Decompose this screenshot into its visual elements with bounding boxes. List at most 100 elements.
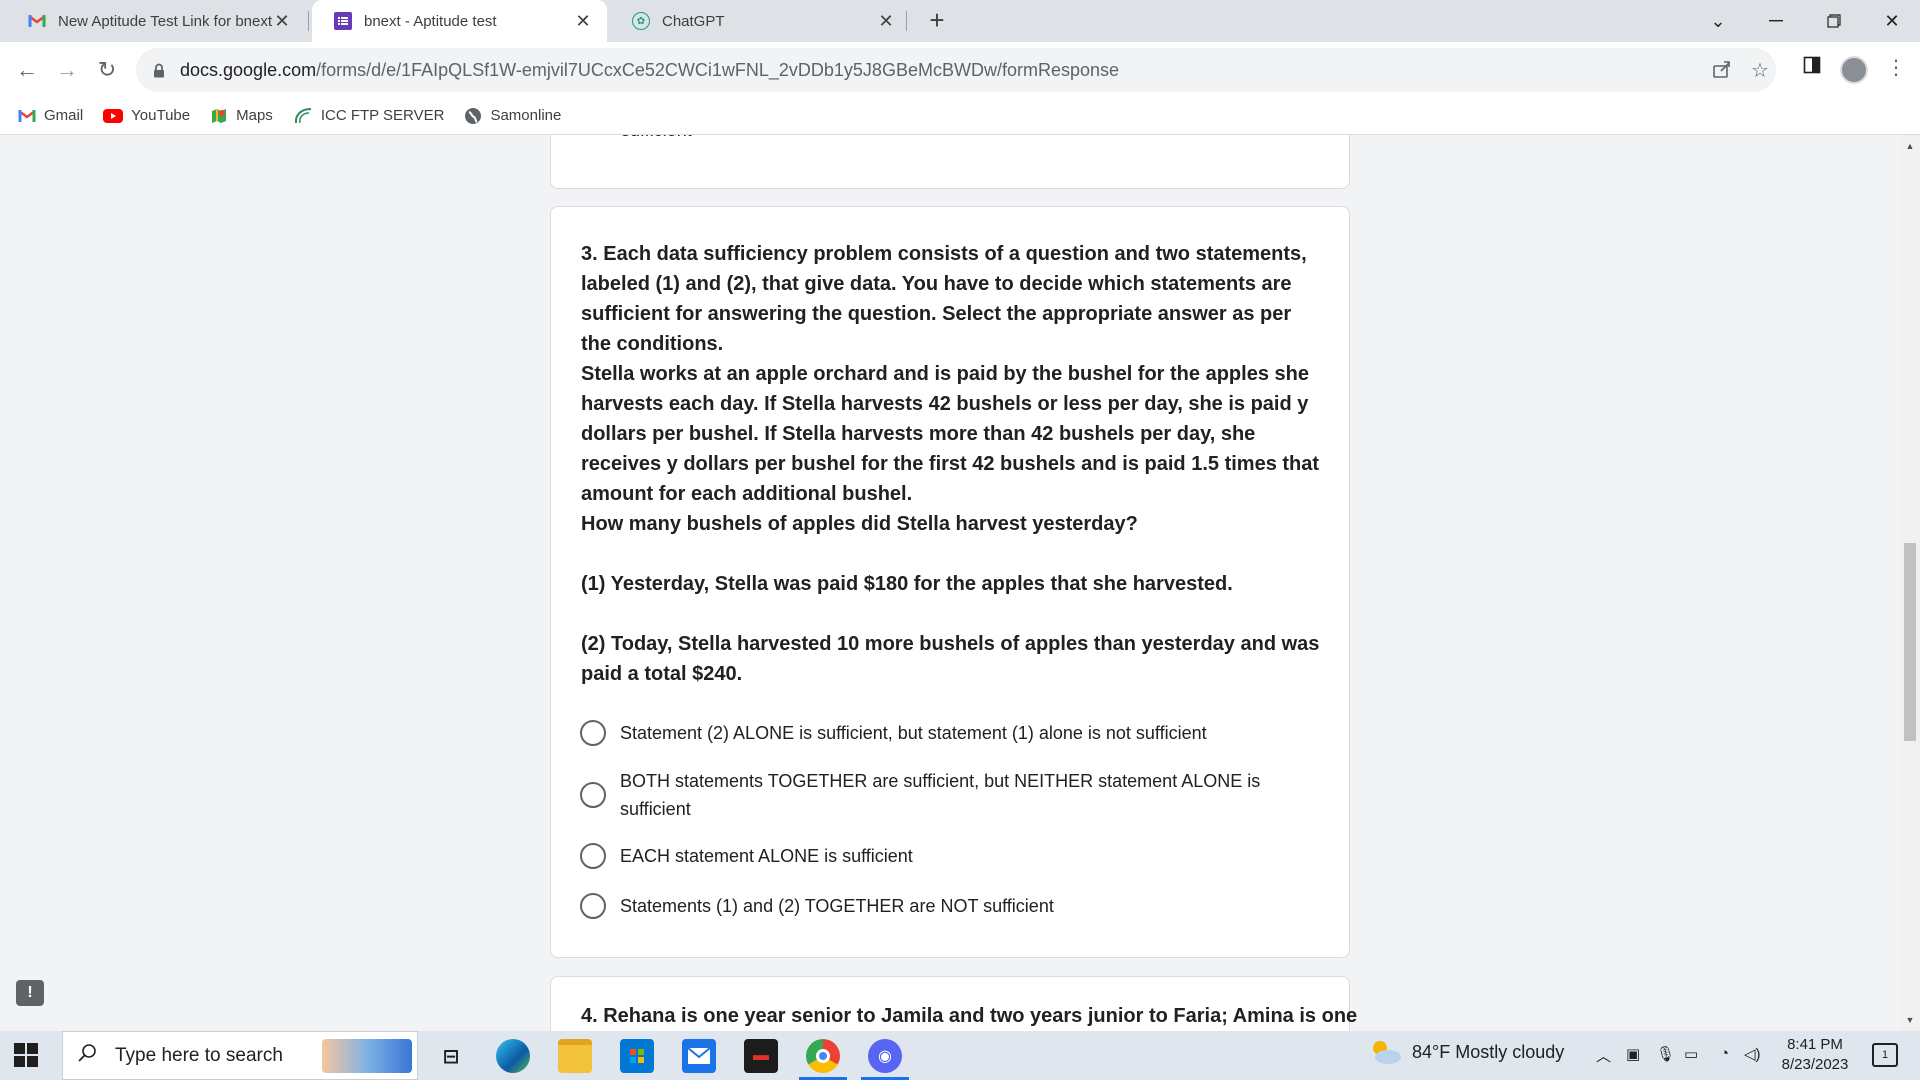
gmail-icon: [28, 12, 46, 30]
lock-icon[interactable]: [152, 63, 166, 78]
question-card-4: 4. Rehana is one year senior to Jamila a…: [550, 976, 1357, 1031]
bookmark-maps[interactable]: Maps: [210, 107, 273, 125]
question-card-previous: sufficient: [550, 135, 1350, 189]
close-icon[interactable]: ✕: [876, 11, 896, 32]
report-problem-icon[interactable]: !: [16, 980, 44, 1006]
minimize-button[interactable]: [1748, 0, 1804, 42]
url-path: /forms/d/e/1FAIpQLSf1W-emjvil7UCcxCe52CW…: [316, 59, 1120, 80]
tab-title: ChatGPT: [662, 12, 725, 30]
forward-button[interactable]: →: [52, 55, 82, 85]
tab-search-icon[interactable]: ⌄: [1690, 0, 1746, 42]
question-3-body: Stella works at an apple orchard and is …: [581, 363, 1320, 505]
scroll-up-arrow[interactable]: ▲: [1900, 137, 1920, 155]
previous-option-tail: sufficient: [621, 135, 692, 141]
answer-option[interactable]: EACH statement ALONE is sufficient: [580, 842, 1270, 870]
windows-taskbar: Type here to search ⊟ ▬ ◉ 84°F Mostly cl…: [0, 1031, 1920, 1080]
bookmark-label: YouTube: [131, 107, 191, 124]
gmail-icon: [18, 109, 36, 123]
close-icon[interactable]: ✕: [272, 11, 292, 32]
answer-option[interactable]: Statement (2) ALONE is sufficient, but s…: [580, 719, 1270, 747]
page-scrollbar[interactable]: ▲ ▼: [1900, 135, 1920, 1031]
chrome-icon[interactable]: [806, 1039, 840, 1073]
globe-icon: [464, 107, 482, 125]
discord-icon[interactable]: ◉: [868, 1039, 902, 1073]
show-hidden-icons-chevron-icon[interactable]: ︿: [1596, 1045, 1611, 1066]
volume-icon[interactable]: ◁): [1744, 1045, 1761, 1063]
bookmark-gmail[interactable]: Gmail: [18, 107, 83, 124]
media-app-icon[interactable]: ▬: [744, 1039, 778, 1073]
tab-strip: New Aptitude Test Link for bnext ✕ bnext…: [0, 0, 1920, 42]
reload-button[interactable]: ↻: [92, 55, 122, 85]
share-icon[interactable]: [1710, 59, 1734, 83]
search-placeholder: Type here to search: [115, 1044, 283, 1066]
search-highlight-icon[interactable]: [322, 1039, 412, 1073]
task-view-icon[interactable]: ⊟: [434, 1039, 468, 1073]
question-3-intro: 3. Each data sufficiency problem consist…: [581, 243, 1307, 355]
mail-icon[interactable]: [682, 1039, 716, 1073]
address-bar[interactable]: docs.google.com/forms/d/e/1FAIpQLSf1W-em…: [136, 48, 1776, 92]
weather-text: 84°F Mostly cloudy: [1412, 1041, 1565, 1062]
question-3-statement-2: (2) Today, Stella harvested 10 more bush…: [581, 633, 1320, 685]
profile-avatar[interactable]: [1840, 56, 1868, 84]
radio-button[interactable]: [580, 782, 606, 808]
url-text: docs.google.com/forms/d/e/1FAIpQLSf1W-em…: [180, 60, 1119, 81]
tab-bnext-aptitude[interactable]: bnext - Aptitude test ✕: [312, 0, 607, 42]
answer-option-label[interactable]: BOTH statements TOGETHER are sufficient,…: [620, 767, 1270, 823]
system-clock[interactable]: 8:41 PM 8/23/2023: [1770, 1035, 1860, 1075]
restore-button[interactable]: [1806, 0, 1862, 42]
microsoft-store-icon[interactable]: [620, 1039, 654, 1073]
weather-widget[interactable]: 84°F Mostly cloudy: [1368, 1039, 1564, 1065]
clock-time: 8:41 PM: [1787, 1036, 1843, 1053]
meet-now-icon[interactable]: ▣: [1626, 1045, 1640, 1063]
chatgpt-icon: ✿: [632, 12, 650, 30]
scroll-down-arrow[interactable]: ▼: [1900, 1011, 1920, 1029]
edge-icon[interactable]: [496, 1039, 530, 1073]
bookmark-star-icon[interactable]: ☆: [1748, 59, 1772, 83]
radio-button[interactable]: [580, 893, 606, 919]
radio-button[interactable]: [580, 720, 606, 746]
back-button[interactable]: ←: [12, 55, 42, 85]
bookmark-samonline[interactable]: Samonline: [464, 107, 561, 125]
youtube-icon: [103, 108, 124, 123]
menu-kebab-icon[interactable]: ⋮: [1882, 54, 1910, 82]
cloudy-weather-icon: [1368, 1039, 1402, 1065]
answer-option-label[interactable]: EACH statement ALONE is sufficient: [620, 842, 1270, 870]
radio-button[interactable]: [580, 843, 606, 869]
notification-center-icon[interactable]: 1: [1872, 1043, 1898, 1067]
windows-start-icon[interactable]: [14, 1043, 38, 1067]
bookmark-youtube[interactable]: YouTube: [103, 107, 190, 124]
microphone-icon[interactable]: 🎙: [1656, 1045, 1675, 1063]
scrollbar-thumb[interactable]: [1904, 543, 1916, 741]
search-icon: [77, 1043, 97, 1069]
tab-gmail[interactable]: New Aptitude Test Link for bnext ✕: [6, 0, 306, 42]
answer-option[interactable]: Statements (1) and (2) TOGETHER are NOT …: [580, 892, 1270, 920]
bookmark-label: Samonline: [490, 107, 562, 124]
clock-date: 8/23/2023: [1781, 1056, 1849, 1073]
ftp-icon: [293, 107, 313, 125]
question-3-question: How many bushels of apples did Stella ha…: [581, 513, 1138, 535]
question-4-text: 4. Rehana is one year senior to Jamila a…: [581, 1005, 1358, 1027]
new-tab-button[interactable]: +: [922, 6, 952, 36]
tab-title: New Aptitude Test Link for bnext: [58, 12, 272, 30]
answer-option[interactable]: BOTH statements TOGETHER are sufficient,…: [580, 767, 1270, 823]
question-3-text: 3. Each data sufficiency problem consist…: [581, 239, 1321, 689]
url-host: docs.google.com: [180, 59, 317, 80]
bookmark-label: Gmail: [44, 107, 84, 124]
answer-option-label[interactable]: Statements (1) and (2) TOGETHER are NOT …: [620, 892, 1270, 920]
tab-separator: [308, 11, 309, 31]
form-page: sufficient 3. Each data sufficiency prob…: [0, 135, 1900, 1031]
bookmark-icc-ftp[interactable]: ICC FTP SERVER: [293, 107, 445, 125]
close-window-button[interactable]: ✕: [1864, 0, 1920, 42]
file-explorer-icon[interactable]: [558, 1039, 592, 1073]
wifi-icon[interactable]: ◔: [1720, 1045, 1729, 1062]
bookmark-label: Maps: [236, 107, 273, 124]
battery-icon[interactable]: ▭: [1684, 1045, 1698, 1063]
bookmark-label: ICC FTP SERVER: [320, 107, 445, 124]
side-panel-icon[interactable]: [1798, 54, 1826, 82]
answer-option-label[interactable]: Statement (2) ALONE is sufficient, but s…: [620, 719, 1270, 747]
question-card-3: 3. Each data sufficiency problem consist…: [550, 206, 1350, 958]
close-icon[interactable]: ✕: [573, 11, 593, 32]
tab-chatgpt[interactable]: ✿ ChatGPT ✕: [610, 0, 910, 42]
maps-icon: [210, 107, 228, 125]
tab-title: bnext - Aptitude test: [364, 12, 497, 30]
